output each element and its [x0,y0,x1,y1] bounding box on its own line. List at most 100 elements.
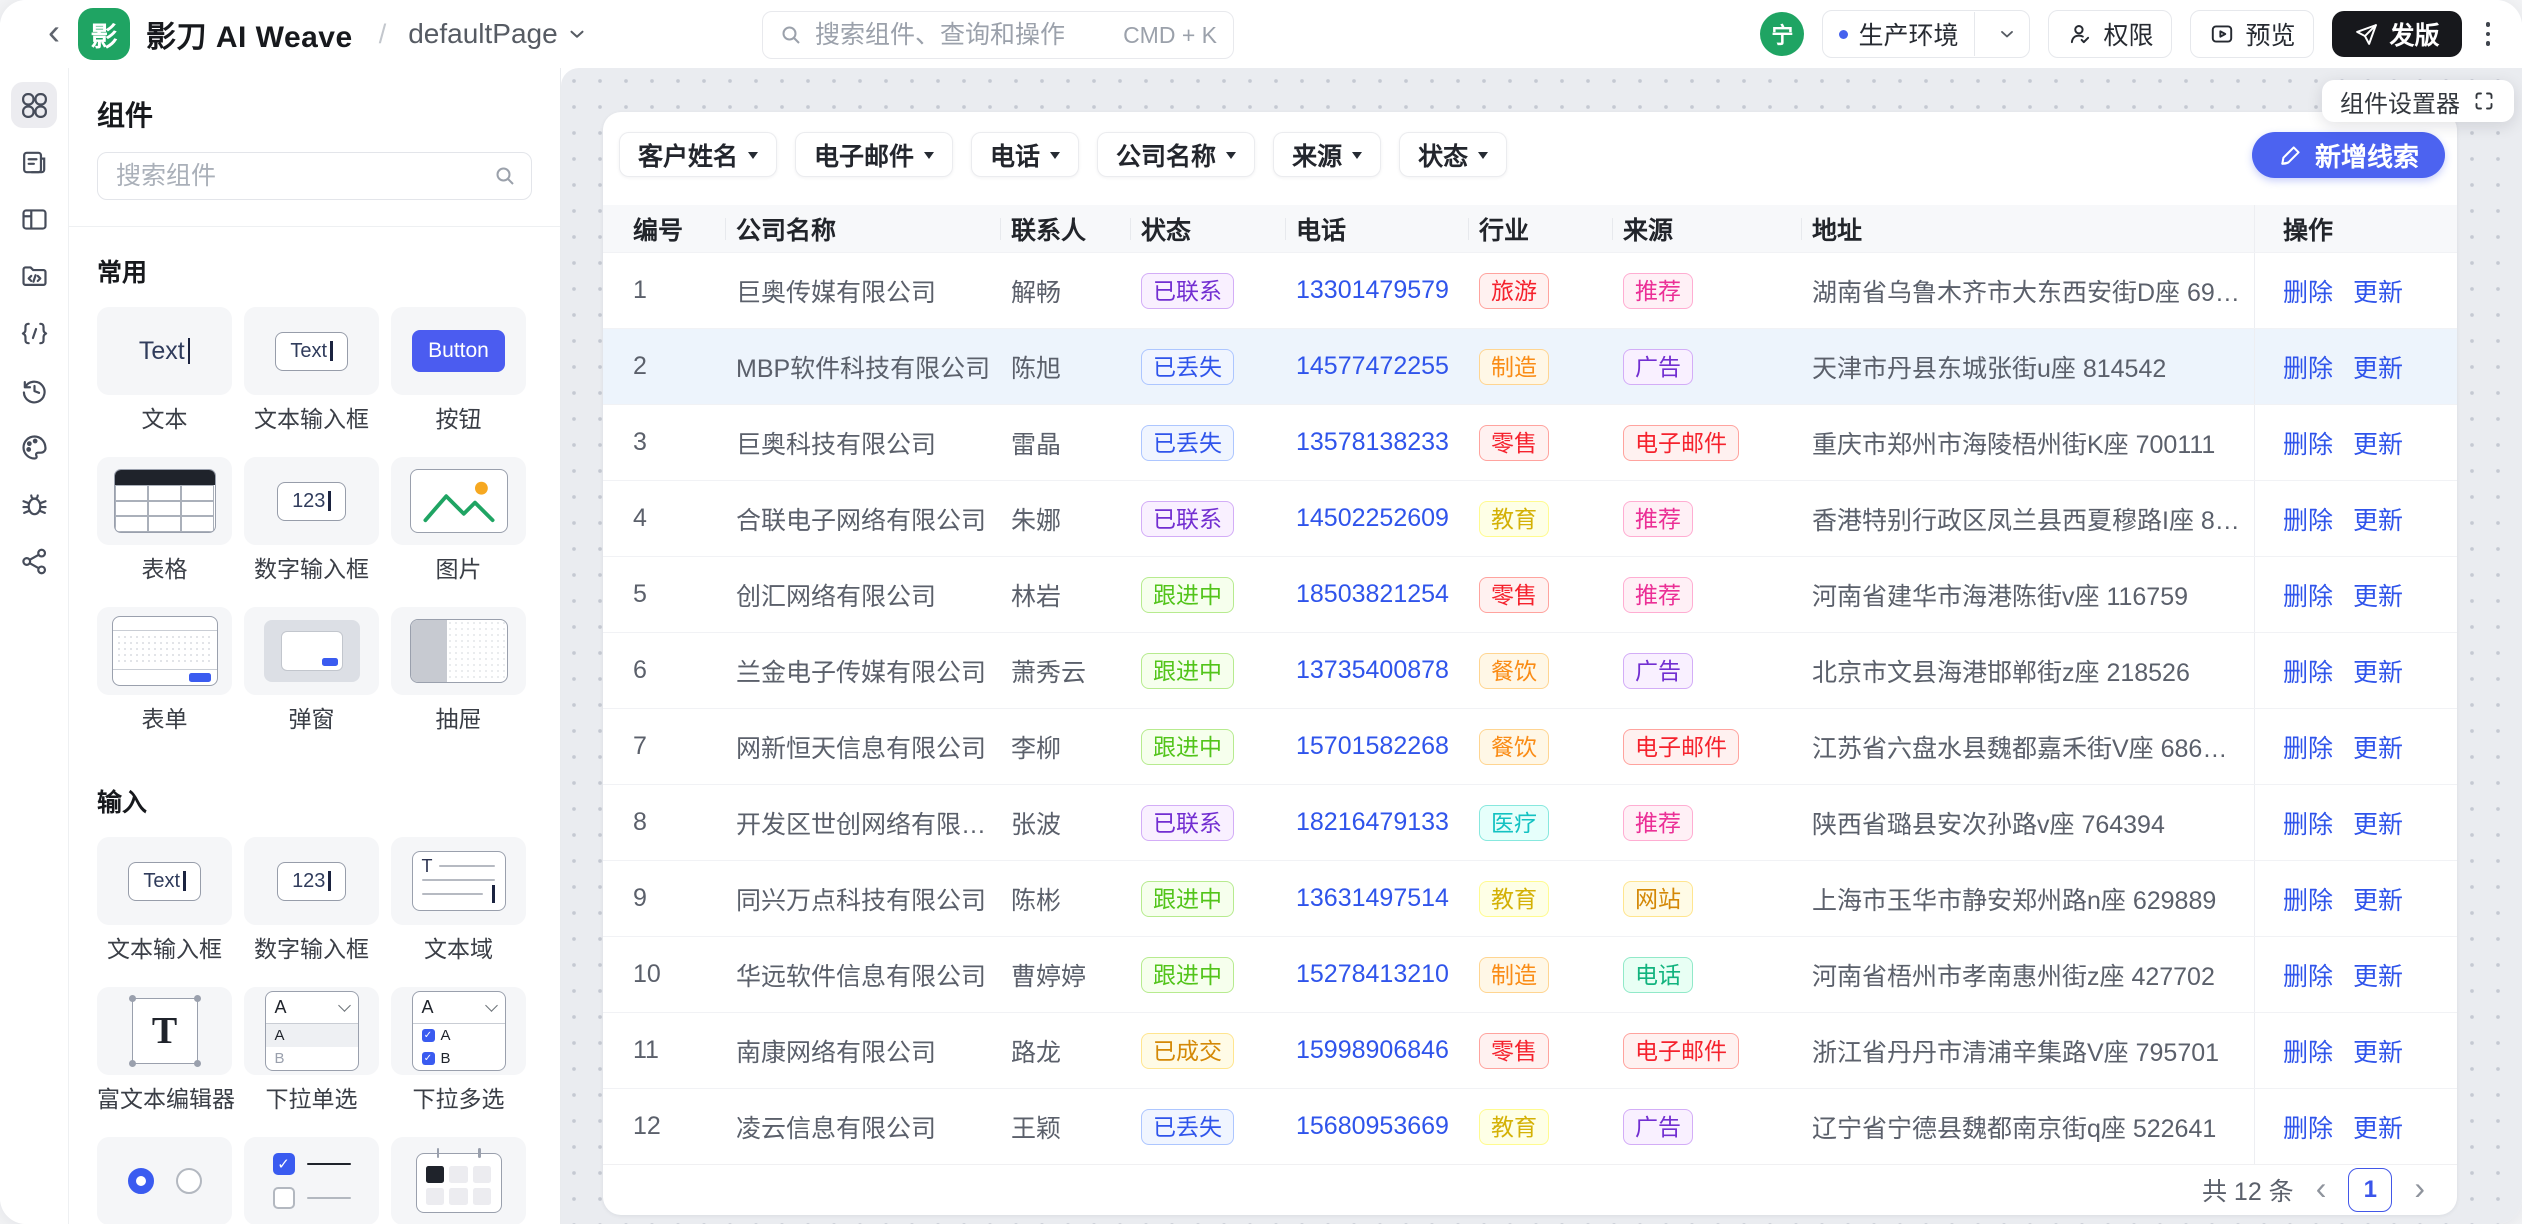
delete-link[interactable]: 删除 [2283,729,2333,765]
rail-theme-icon[interactable] [11,424,57,470]
filter-pill[interactable]: 公司名称 [1097,132,1255,177]
table-row[interactable]: 6兰金电子传媒有限公司萧秀云跟进中13735400878餐饮广告北京市文县海港邯… [603,632,2457,708]
update-link[interactable]: 更新 [2353,729,2403,765]
component-settings-pill[interactable]: 组件设置器 [2322,80,2514,122]
component-tile-table[interactable]: 表格 [97,457,232,581]
add-lead-button[interactable]: 新增线索 [2252,132,2445,178]
table-row[interactable]: 1巨奥传媒有限公司解畅已联系13301479579旅游推荐湖南省乌鲁木齐市大东西… [603,252,2457,328]
component-tile-richtext[interactable]: T富文本编辑器 [97,987,232,1111]
rail-code-files-icon[interactable] [11,253,57,299]
more-menu-button[interactable] [2480,16,2497,52]
filter-pill[interactable]: 来源 [1273,132,1381,177]
component-tile-button[interactable]: Button按钮 [391,307,526,431]
component-search[interactable] [97,152,532,200]
update-link[interactable]: 更新 [2353,273,2403,309]
update-link[interactable]: 更新 [2353,881,2403,917]
update-link[interactable]: 更新 [2353,577,2403,613]
global-search-input[interactable] [813,20,1113,51]
preview-button[interactable]: 预览 [2190,10,2314,58]
delete-link[interactable]: 删除 [2283,273,2333,309]
update-link[interactable]: 更新 [2353,501,2403,537]
table-row[interactable]: 9同兴万点科技有限公司陈彬跟进中13631497514教育网站上海市玉华市静安郑… [603,860,2457,936]
industry-cell: 零售 [1479,577,1623,613]
rail-layout-icon[interactable] [11,196,57,242]
rail-debug-icon[interactable] [11,481,57,527]
table-row[interactable]: 8开发区世创网络有限公司张波已联系18216479133医疗推荐陕西省璐县安次孙… [603,784,2457,860]
prev-page-button[interactable]: ‹ [2314,1172,2329,1204]
component-tile-date[interactable]: 日期选择器 [391,1137,526,1224]
table-row[interactable]: 7网新恒天信息有限公司李柳跟进中15701582268餐饮电子邮件江苏省六盘水县… [603,708,2457,784]
component-tile-input-number[interactable]: 123数字输入框 [244,457,379,581]
update-link[interactable]: 更新 [2353,425,2403,461]
editor-canvas[interactable]: 组件设置器 客户姓名电子邮件电话公司名称来源状态 新增线索 编号公司名称联系人状… [561,68,2522,1224]
permissions-button[interactable]: 权限 [2048,10,2172,58]
table-row[interactable]: 11南康网络有限公司路龙已成交15998906846零售电子邮件浙江省丹丹市清浦… [603,1012,2457,1088]
component-tile-input-number[interactable]: 123数字输入框 [244,837,379,961]
component-tile-drawer[interactable]: 抽屉 [391,607,526,731]
update-link[interactable]: 更新 [2353,805,2403,841]
update-link[interactable]: 更新 [2353,653,2403,689]
delete-link[interactable]: 删除 [2283,805,2333,841]
rail-code-icon[interactable] [11,310,57,356]
table-row[interactable]: 10华远软件信息有限公司曹婷婷跟进中15278413210制造电话河南省梧州市孝… [603,936,2457,1012]
rail-components-icon[interactable] [11,82,57,128]
filter-pill[interactable]: 状态 [1399,132,1507,177]
source-cell: 广告 [1623,349,1812,385]
component-tile-select-multi[interactable]: AAB下拉多选 [391,987,526,1111]
row-number: 9 [633,884,736,913]
user-avatar[interactable]: 宁 [1760,12,1804,56]
table-row[interactable]: 12凌云信息有限公司王颖已丢失15680953669教育广告辽宁省宁德县魏都南京… [603,1088,2457,1164]
contact-name: 曹婷婷 [1011,957,1141,993]
update-link[interactable]: 更新 [2353,957,2403,993]
delete-link[interactable]: 删除 [2283,881,2333,917]
filter-pill[interactable]: 电话 [971,132,1079,177]
update-link[interactable]: 更新 [2353,349,2403,385]
delete-link[interactable]: 删除 [2283,1109,2333,1145]
delete-link[interactable]: 删除 [2283,1033,2333,1069]
page-number[interactable]: 1 [2348,1168,2392,1212]
component-tile-input-text[interactable]: Text文本输入框 [244,307,379,431]
actions-cell: 删除更新 [2254,709,2457,784]
publish-button[interactable]: 发版 [2332,11,2461,57]
tile-label: 文本域 [391,937,526,961]
tile-label: 表单 [97,707,232,731]
source-badge: 电话 [1623,957,1693,993]
table-row[interactable]: 2MBP软件科技有限公司陈旭已丢失14577472255制造广告天津市丹县东城张… [603,328,2457,404]
filter-pill[interactable]: 电子邮件 [795,132,953,177]
update-link[interactable]: 更新 [2353,1033,2403,1069]
global-search[interactable]: CMD + K [762,11,1234,59]
component-tile-radio-group[interactable]: 单选框组 [97,1137,232,1224]
filter-pill[interactable]: 客户姓名 [619,132,777,177]
component-tile-input-text[interactable]: Text文本输入框 [97,837,232,961]
delete-link[interactable]: 删除 [2283,501,2333,537]
update-link[interactable]: 更新 [2353,1109,2403,1145]
component-tile-form[interactable]: 表单 [97,607,232,731]
company-name: 巨奥传媒有限公司 [736,273,1011,309]
next-page-button[interactable]: › [2412,1172,2427,1204]
component-tile-textarea[interactable]: T文本域 [391,837,526,961]
table-row[interactable]: 5创汇网络有限公司林岩跟进中18503821254零售推荐河南省建华市海港陈街v… [603,556,2457,632]
delete-link[interactable]: 删除 [2283,425,2333,461]
table-row[interactable]: 4合联电子网络有限公司朱娜已联系14502252609教育推荐香港特别行政区凤兰… [603,480,2457,556]
component-tile-checkbox-group[interactable]: 多选框组 [244,1137,379,1224]
table-row[interactable]: 3巨奥科技有限公司雷晶已丢失13578138233零售电子邮件重庆市郑州市海陵梧… [603,404,2457,480]
component-tile-text[interactable]: Text文本 [97,307,232,431]
delete-link[interactable]: 删除 [2283,957,2333,993]
topbar-actions: 宁 生产环境 权限 预览 发版 [1760,10,2496,58]
rail-history-icon[interactable] [11,367,57,413]
status-cell: 已丢失 [1141,425,1296,461]
component-search-input[interactable] [114,161,483,192]
delete-link[interactable]: 删除 [2283,577,2333,613]
page-selector[interactable]: defaultPage [408,18,587,50]
tile-label: 图片 [391,557,526,581]
delete-link[interactable]: 删除 [2283,653,2333,689]
column-header: 地址 [1812,205,2254,252]
rail-pages-icon[interactable] [11,139,57,185]
rail-integrations-icon[interactable] [11,538,57,584]
component-tile-select-single[interactable]: AAB下拉单选 [244,987,379,1111]
component-tile-modal[interactable]: 弹窗 [244,607,379,731]
component-tile-image[interactable]: 图片 [391,457,526,581]
environment-selector[interactable]: 生产环境 [1822,10,2030,58]
back-button[interactable]: ‹ [48,14,60,50]
delete-link[interactable]: 删除 [2283,349,2333,385]
